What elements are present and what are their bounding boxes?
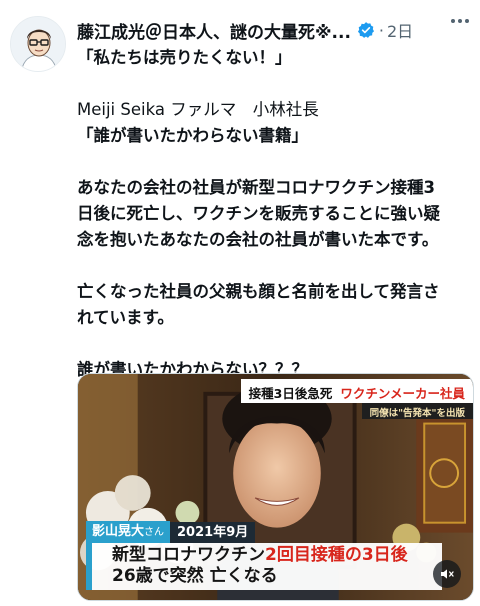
person-name-suffix: さん [144,527,165,538]
author-avatar[interactable] [10,16,66,72]
news-caption: 新型コロナワクチン2回目接種の3日後 26歳で突然 亡くなる [86,543,442,590]
caption-line-1: 新型コロナワクチン2回目接種の3日後 [112,545,434,566]
muted-speaker-icon[interactable] [433,560,461,588]
video-player[interactable]: 接種3日後急死 ワクチンメーカー社員 同僚は"告発本"を出版 影山晃大さん 20… [77,373,474,601]
post-line: あなたの会社の社員が新型コロナワクチン接種3 [77,178,435,197]
post-line: 日後に死亡し、ワクチンを販売することに強い疑 [77,204,440,223]
post-line: 「誰が書いたかわらない書籍」 [77,126,308,145]
verified-badge-icon [357,22,374,38]
post-line: 「私たちは売りたくない！」 [77,48,292,67]
caption-line-1-a: 新型コロナワクチン [112,545,265,565]
post-line: れています。 [77,308,174,327]
post-text: 「私たちは売りたくない！」 Meiji Seika ファルマ 小林社長 「誰が書… [77,45,473,383]
person-name-tag: 影山晃大さん [86,521,171,543]
header-separator: · [378,20,384,40]
news-headline-primary: 接種3日後急死 [240,379,339,403]
name-row: 影山晃大さん 2021年9月 [86,521,442,543]
post-line: 念を抱いたあなたの会社の社員が書いた本です。 [77,230,439,249]
person-name: 影山晃大 [92,524,145,539]
post-line: 亡くなった社員の父親も顔と名前を出して発言さ [77,282,440,301]
post-line: Meiji Seika ファルマ 小林社長 [77,100,319,119]
lower-third: 影山晃大さん 2021年9月 新型コロナワクチン2回目接種の3日後 26歳で突然… [86,521,442,590]
post-timestamp[interactable]: 2日 [387,18,413,42]
caption-line-1-b: 2回目接種の3日後 [265,545,408,565]
caption-line-2: 26歳で突然 亡くなる [112,566,278,586]
more-options-icon[interactable] [446,11,474,31]
post-header: 藤江成光＠日本人、謎の大量死※... · 2日 [77,17,470,43]
author-name[interactable]: 藤江成光＠日本人、謎の大量死※... [77,18,351,43]
news-headline-secondary: ワクチンメーカー社員 [338,379,473,403]
date-tag: 2021年9月 [170,522,256,543]
news-subheadline: 同僚は"告発本"を出版 [361,403,473,419]
news-headline-bar: 接種3日後急死 ワクチンメーカー社員 [240,379,473,403]
